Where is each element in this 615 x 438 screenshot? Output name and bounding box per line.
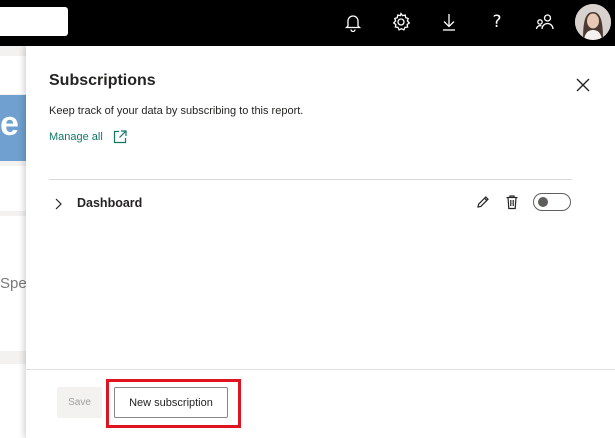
divider (49, 179, 572, 180)
toggle-knob (538, 197, 548, 207)
help-icon[interactable]: ? (486, 11, 508, 33)
open-external-icon (113, 130, 127, 144)
delete-icon[interactable] (505, 194, 519, 210)
top-bar: ? (0, 0, 615, 46)
manage-all-link[interactable]: Manage all (49, 130, 127, 144)
report-visual-text: e (0, 105, 19, 143)
new-subscription-button[interactable]: New subscription (114, 387, 228, 418)
subscription-name: Dashboard (77, 196, 143, 210)
subscription-toggle[interactable] (533, 193, 571, 211)
bell-icon[interactable] (342, 11, 364, 33)
close-icon[interactable] (575, 77, 591, 93)
gear-icon[interactable] (390, 11, 412, 33)
subscriptions-panel: Subscriptions Keep track of your data by… (26, 46, 615, 438)
save-button[interactable]: Save (57, 387, 102, 418)
subscription-row: Dashboard (49, 188, 572, 218)
share-people-icon[interactable] (534, 11, 556, 33)
search-box[interactable] (0, 7, 68, 36)
download-icon[interactable] (438, 11, 460, 33)
chevron-right-icon[interactable] (53, 197, 63, 210)
panel-title: Subscriptions (49, 72, 156, 89)
avatar[interactable] (575, 4, 611, 40)
manage-all-label: Manage all (49, 131, 103, 143)
panel-description: Keep track of your data by subscribing t… (49, 105, 304, 117)
help-glyph: ? (492, 12, 502, 32)
report-visual-label: Spe (0, 275, 27, 292)
footer-divider (26, 369, 615, 370)
edit-icon[interactable] (476, 195, 490, 209)
